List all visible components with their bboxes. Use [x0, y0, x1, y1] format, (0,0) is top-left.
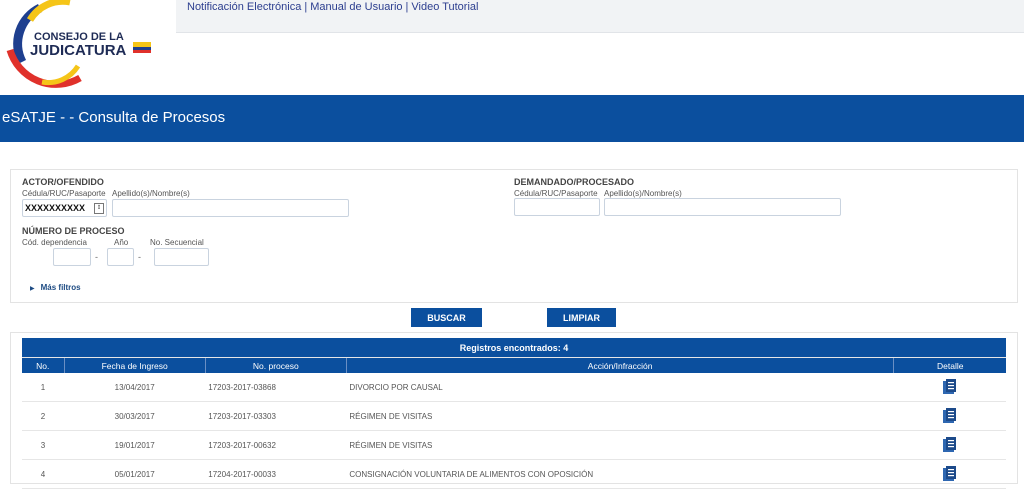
actor-section-title: ACTOR/OFENDIDO: [22, 177, 104, 187]
cell-accion: RÉGIMEN DE VISITAS: [346, 430, 894, 460]
search-button[interactable]: BUSCAR: [411, 308, 482, 327]
cell-no: 4: [22, 459, 65, 489]
logo: CONSEJO DE LA JUDICATURA: [0, 0, 170, 92]
demandado-id-label: Cédula/RUC/Pasaporte: [514, 189, 598, 198]
document-icon[interactable]: [942, 466, 957, 482]
year-input[interactable]: [107, 248, 134, 266]
column-header-accion: Acción/Infracción: [345, 357, 894, 373]
cell-fecha: 05/01/2017: [64, 459, 206, 489]
logo-text-line2: JUDICATURA: [30, 42, 127, 59]
actor-id-value: XXXXXXXXXX: [25, 203, 86, 213]
more-filters-toggle[interactable]: ▶ Más filtros: [30, 283, 81, 292]
cell-proceso: 17204-2017-00033: [205, 459, 347, 489]
title-bar: eSATJE - - Consulta de Procesos: [0, 95, 1024, 142]
actor-name-input[interactable]: [112, 199, 349, 217]
column-header-detalle: Detalle: [893, 357, 1006, 373]
secuencial-label: No. Secuencial: [150, 238, 204, 247]
cell-detalle: [893, 401, 1006, 431]
cell-no: 3: [22, 430, 65, 460]
demandado-name-input[interactable]: [604, 198, 841, 216]
cell-accion: CONSIGNACIÓN VOLUNTARIA DE ALIMENTOS CON…: [346, 459, 894, 489]
document-icon[interactable]: [942, 408, 957, 424]
keyboard-icon[interactable]: ⁝: [94, 203, 104, 214]
table-row: 2 30/03/2017 17203-2017-03303 RÉGIMEN DE…: [22, 401, 1006, 431]
document-icon[interactable]: [942, 437, 957, 453]
column-header-no: No.: [22, 357, 65, 373]
demandado-section-title: DEMANDADO/PROCESADO: [514, 177, 635, 187]
cell-proceso: 17203-2017-03868: [205, 373, 347, 402]
caret-right-icon: ▶: [30, 286, 35, 292]
link-manual[interactable]: Manual de Usuario: [310, 1, 402, 13]
cell-detalle: [893, 459, 1006, 489]
proceso-section-title: NÚMERO DE PROCESO: [22, 226, 125, 236]
actor-id-input[interactable]: XXXXXXXXXX ⁝: [22, 199, 107, 217]
cell-no: 1: [22, 373, 65, 402]
cell-detalle: [893, 373, 1006, 402]
separator-dash: -: [95, 252, 98, 262]
actor-name-label: Apellido(s)/Nombre(s): [112, 189, 190, 198]
separator-dash: -: [138, 252, 141, 262]
clear-button[interactable]: LIMPIAR: [547, 308, 616, 327]
demandado-id-input[interactable]: [514, 198, 600, 216]
actor-id-label: Cédula/RUC/Pasaporte: [22, 189, 106, 198]
year-label: Año: [114, 238, 129, 247]
column-header-proceso: No. proceso: [204, 357, 347, 373]
demandado-name-label: Apellido(s)/Nombre(s): [604, 189, 682, 198]
cell-accion: RÉGIMEN DE VISITAS: [346, 401, 894, 431]
table-row: 3 19/01/2017 17203-2017-00632 RÉGIMEN DE…: [22, 430, 1006, 460]
results-table: Registros encontrados: 4 No. Fecha de In…: [22, 338, 1006, 489]
dependencia-input[interactable]: [53, 248, 91, 266]
document-icon[interactable]: [942, 379, 957, 395]
cell-fecha: 19/01/2017: [64, 430, 206, 460]
secuencial-input[interactable]: [154, 248, 209, 266]
more-filters-label: Más filtros: [40, 283, 81, 292]
judicatura-logo-graphic: CONSEJO DE LA JUDICATURA: [6, 0, 151, 88]
dependencia-label: Cód. dependencia: [22, 238, 87, 247]
table-row: 1 13/04/2017 17203-2017-03868 DIVORCIO P…: [22, 373, 1006, 402]
cell-detalle: [893, 430, 1006, 460]
column-header-fecha: Fecha de Ingreso: [63, 357, 206, 373]
cell-fecha: 30/03/2017: [64, 401, 206, 431]
results-caption: Registros encontrados: 4: [22, 338, 1006, 358]
link-notificacion[interactable]: Notificación Electrónica: [187, 1, 301, 13]
cell-proceso: 17203-2017-03303: [205, 401, 347, 431]
cell-accion: DIVORCIO POR CAUSAL: [346, 373, 894, 402]
cell-no: 2: [22, 401, 65, 431]
page-title: eSATJE - - Consulta de Procesos: [2, 109, 226, 126]
table-header: No. Fecha de Ingreso No. proceso Acción/…: [22, 357, 1006, 373]
link-video[interactable]: Video Tutorial: [411, 1, 478, 13]
cell-fecha: 13/04/2017: [64, 373, 206, 402]
top-links-bar: Notificación Electrónica | Manual de Usuar…: [176, 0, 1024, 33]
cell-proceso: 17203-2017-00632: [205, 430, 347, 460]
table-row: 4 05/01/2017 17204-2017-00033 CONSIGNACI…: [22, 459, 1006, 489]
